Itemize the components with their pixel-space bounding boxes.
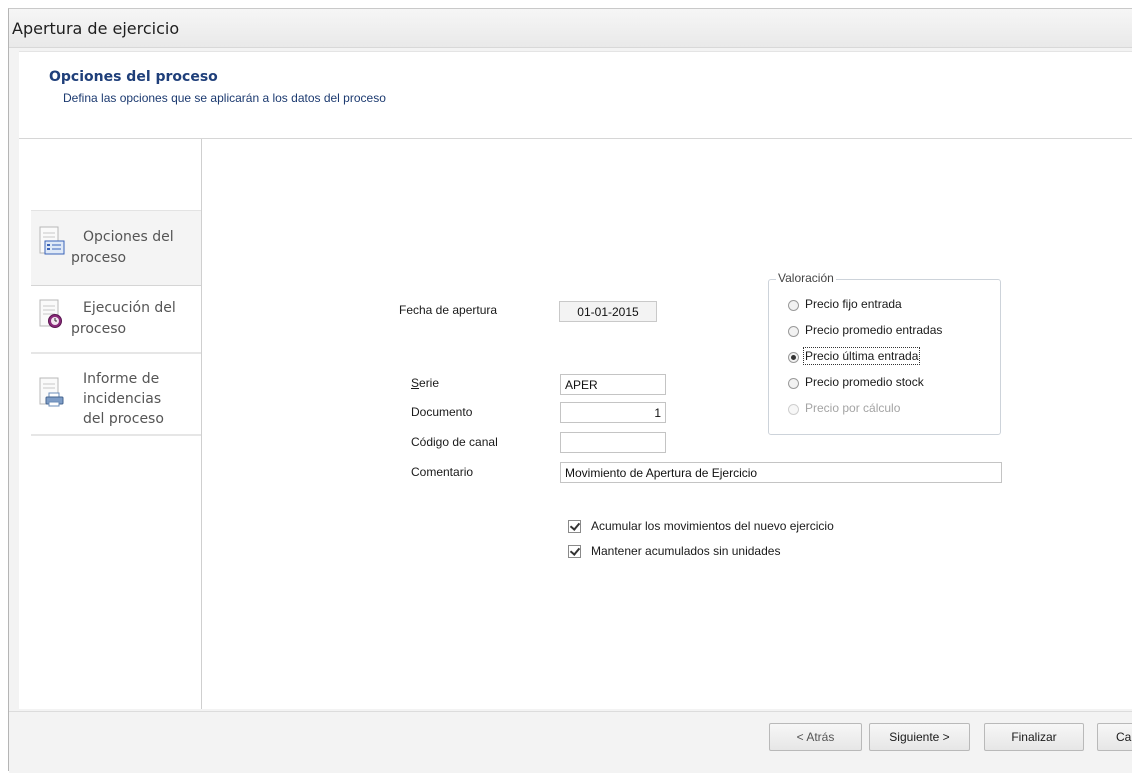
- serie-input[interactable]: APER: [560, 374, 666, 395]
- sidebar-item-informe[interactable]: Informe de incidencias del proceso: [31, 359, 201, 436]
- comentario-label: Comentario: [411, 465, 474, 479]
- sidebar-item-label: proceso: [71, 321, 127, 337]
- sidebar-item-label: incidencias: [83, 391, 162, 407]
- cancel-button[interactable]: Ca: [1097, 723, 1132, 751]
- documento-label: Documento: [411, 405, 473, 419]
- sidebar-item-label: proceso: [71, 250, 127, 266]
- checkbox-checked: [568, 545, 581, 558]
- checkbox-label: Acumular los movimientos del nuevo ejerc…: [591, 519, 834, 533]
- valoracion-legend: Valoración: [776, 271, 836, 285]
- codigo-canal-label: Código de canal: [411, 435, 498, 449]
- clock-execution-icon: [39, 299, 65, 329]
- options-list-icon: [39, 226, 65, 256]
- step-title: Opciones del proceso: [49, 69, 218, 85]
- codigo-canal-input[interactable]: [560, 432, 666, 453]
- sidebar-item-label: Opciones del: [83, 229, 174, 245]
- wizard-window: Apertura de ejercicio Opciones del proce…: [8, 8, 1132, 773]
- sidebar-item-label: del proceso: [83, 411, 164, 427]
- radio-indicator-selected: [788, 352, 799, 363]
- checkbox-label: Mantener acumulados sin unidades: [591, 544, 781, 558]
- finish-button[interactable]: Finalizar: [984, 723, 1084, 751]
- radio-label: Precio última entrada: [802, 347, 921, 365]
- checkbox-checked: [568, 520, 581, 533]
- radio-indicator: [788, 378, 799, 389]
- printer-report-icon: [39, 377, 65, 407]
- radio-label: Precio fijo entrada: [805, 297, 902, 311]
- steps-sidebar: Opciones del proceso Ejecución del proce…: [19, 139, 202, 709]
- radio-label: Precio promedio entradas: [805, 323, 943, 337]
- documento-input[interactable]: 1: [560, 402, 666, 423]
- back-button[interactable]: < Atrás: [769, 723, 862, 751]
- serie-label-text: erie: [419, 376, 440, 390]
- sidebar-item-label: Ejecución del: [83, 300, 176, 316]
- radio-indicator: [788, 326, 799, 337]
- window-title: Apertura de ejercicio: [12, 19, 180, 38]
- fecha-apertura-label: Fecha de apertura: [399, 303, 498, 317]
- title-bar[interactable]: Apertura de ejercicio: [9, 9, 1132, 48]
- step-header: Opciones del proceso Defina las opciones…: [19, 51, 1132, 139]
- next-button[interactable]: Siguiente >: [869, 723, 970, 751]
- serie-label: Serie: [411, 376, 440, 390]
- radio-label: Precio por cálculo: [805, 401, 901, 415]
- sidebar-item-ejecucion[interactable]: Ejecución del proceso: [31, 288, 201, 354]
- step-subtitle: Defina las opciones que se aplicarán a l…: [63, 91, 386, 105]
- radio-label: Precio promedio stock: [805, 375, 924, 389]
- radio-indicator: [788, 300, 799, 311]
- sidebar-item-opciones[interactable]: Opciones del proceso: [31, 210, 201, 286]
- sidebar-item-label: Informe de: [83, 371, 160, 387]
- radio-indicator-disabled: [788, 404, 799, 415]
- fecha-apertura-field[interactable]: 01-01-2015: [559, 301, 657, 322]
- comentario-input[interactable]: Movimiento de Apertura de Ejercicio: [560, 462, 1002, 483]
